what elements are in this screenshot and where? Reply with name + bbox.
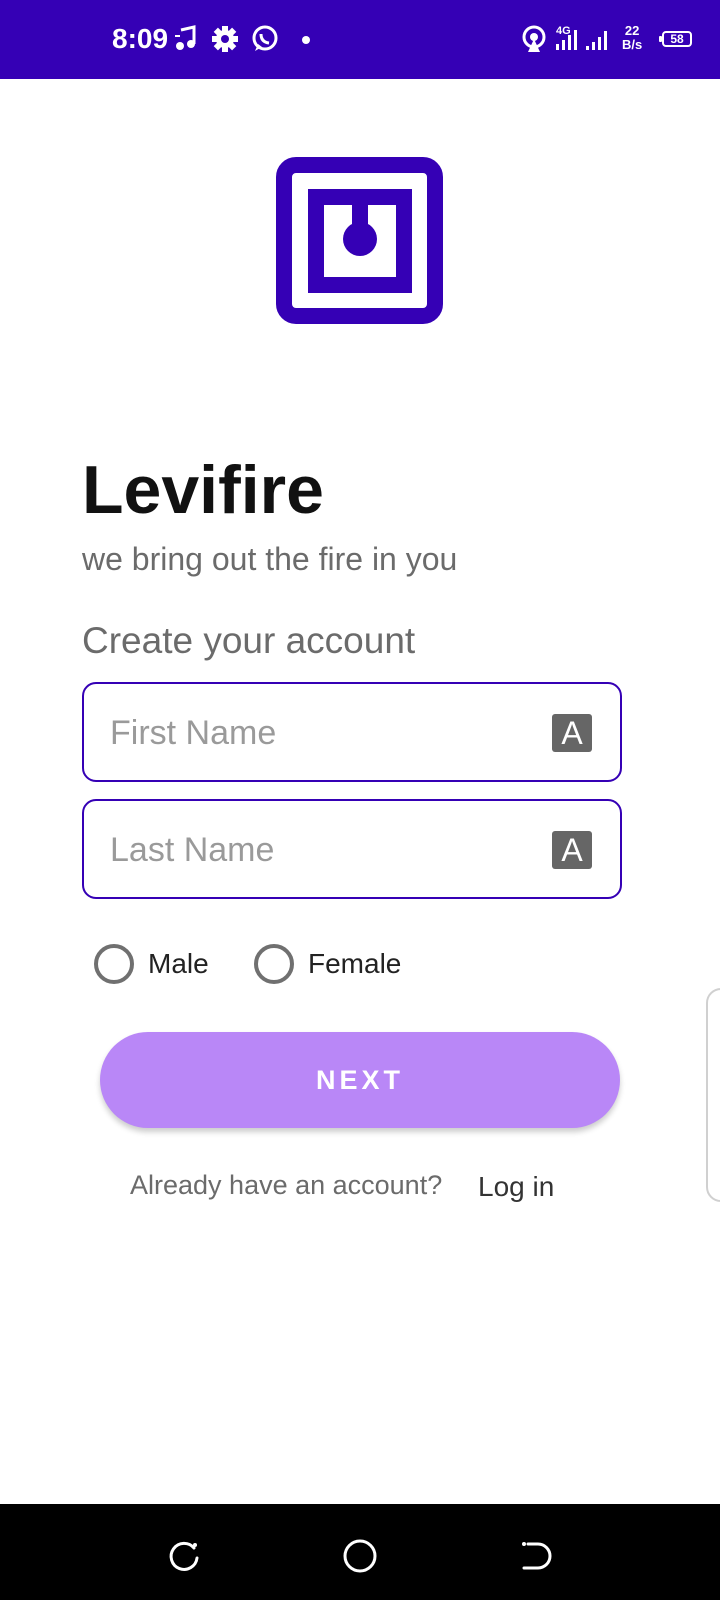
whatsapp-icon	[250, 22, 280, 56]
app-title: Levifire	[82, 452, 324, 528]
radio-male[interactable]	[94, 944, 134, 984]
navigation-bar	[0, 1504, 720, 1600]
battery-level: 58	[670, 32, 684, 46]
autofill-icon[interactable]: A	[552, 831, 592, 869]
radio-female[interactable]	[254, 944, 294, 984]
recent-apps-icon[interactable]	[164, 1536, 204, 1576]
login-prompt: Already have an account?	[130, 1170, 443, 1200]
first-name-input[interactable]	[108, 706, 532, 760]
first-name-field[interactable]: A	[82, 682, 622, 782]
music-icon	[172, 22, 202, 56]
network-speed-unit: B/s	[622, 37, 643, 52]
settings-icon	[210, 22, 240, 56]
signal-icon: 4G	[554, 22, 614, 56]
radio-label-female: Female	[308, 948, 402, 979]
battery-icon: 58	[659, 31, 692, 47]
next-button[interactable]: NEXT	[100, 1032, 620, 1128]
radio-label-male: Male	[148, 948, 209, 979]
last-name-input[interactable]	[108, 823, 532, 877]
login-link[interactable]: Log in	[478, 1170, 554, 1204]
gender-option-female[interactable]: Female	[254, 942, 401, 986]
status-bar: 8:09 4G 22 B/s 58	[0, 0, 720, 79]
network-speed-value: 22	[624, 23, 640, 38]
app-tagline: we bring out the fire in you	[82, 541, 458, 577]
notification-dot	[302, 36, 310, 44]
last-name-field[interactable]: A	[82, 799, 622, 899]
autofill-icon[interactable]: A	[552, 714, 592, 752]
back-icon[interactable]	[516, 1536, 556, 1576]
network-speed: 22 B/s	[622, 24, 642, 52]
form-heading: Create your account	[82, 620, 416, 661]
app-logo	[276, 157, 443, 324]
hotspot-icon	[520, 22, 550, 56]
gender-option-male[interactable]: Male	[94, 942, 209, 986]
status-time: 8:09	[112, 23, 169, 54]
edge-panel-handle[interactable]	[706, 988, 720, 1202]
home-icon[interactable]	[340, 1536, 380, 1576]
